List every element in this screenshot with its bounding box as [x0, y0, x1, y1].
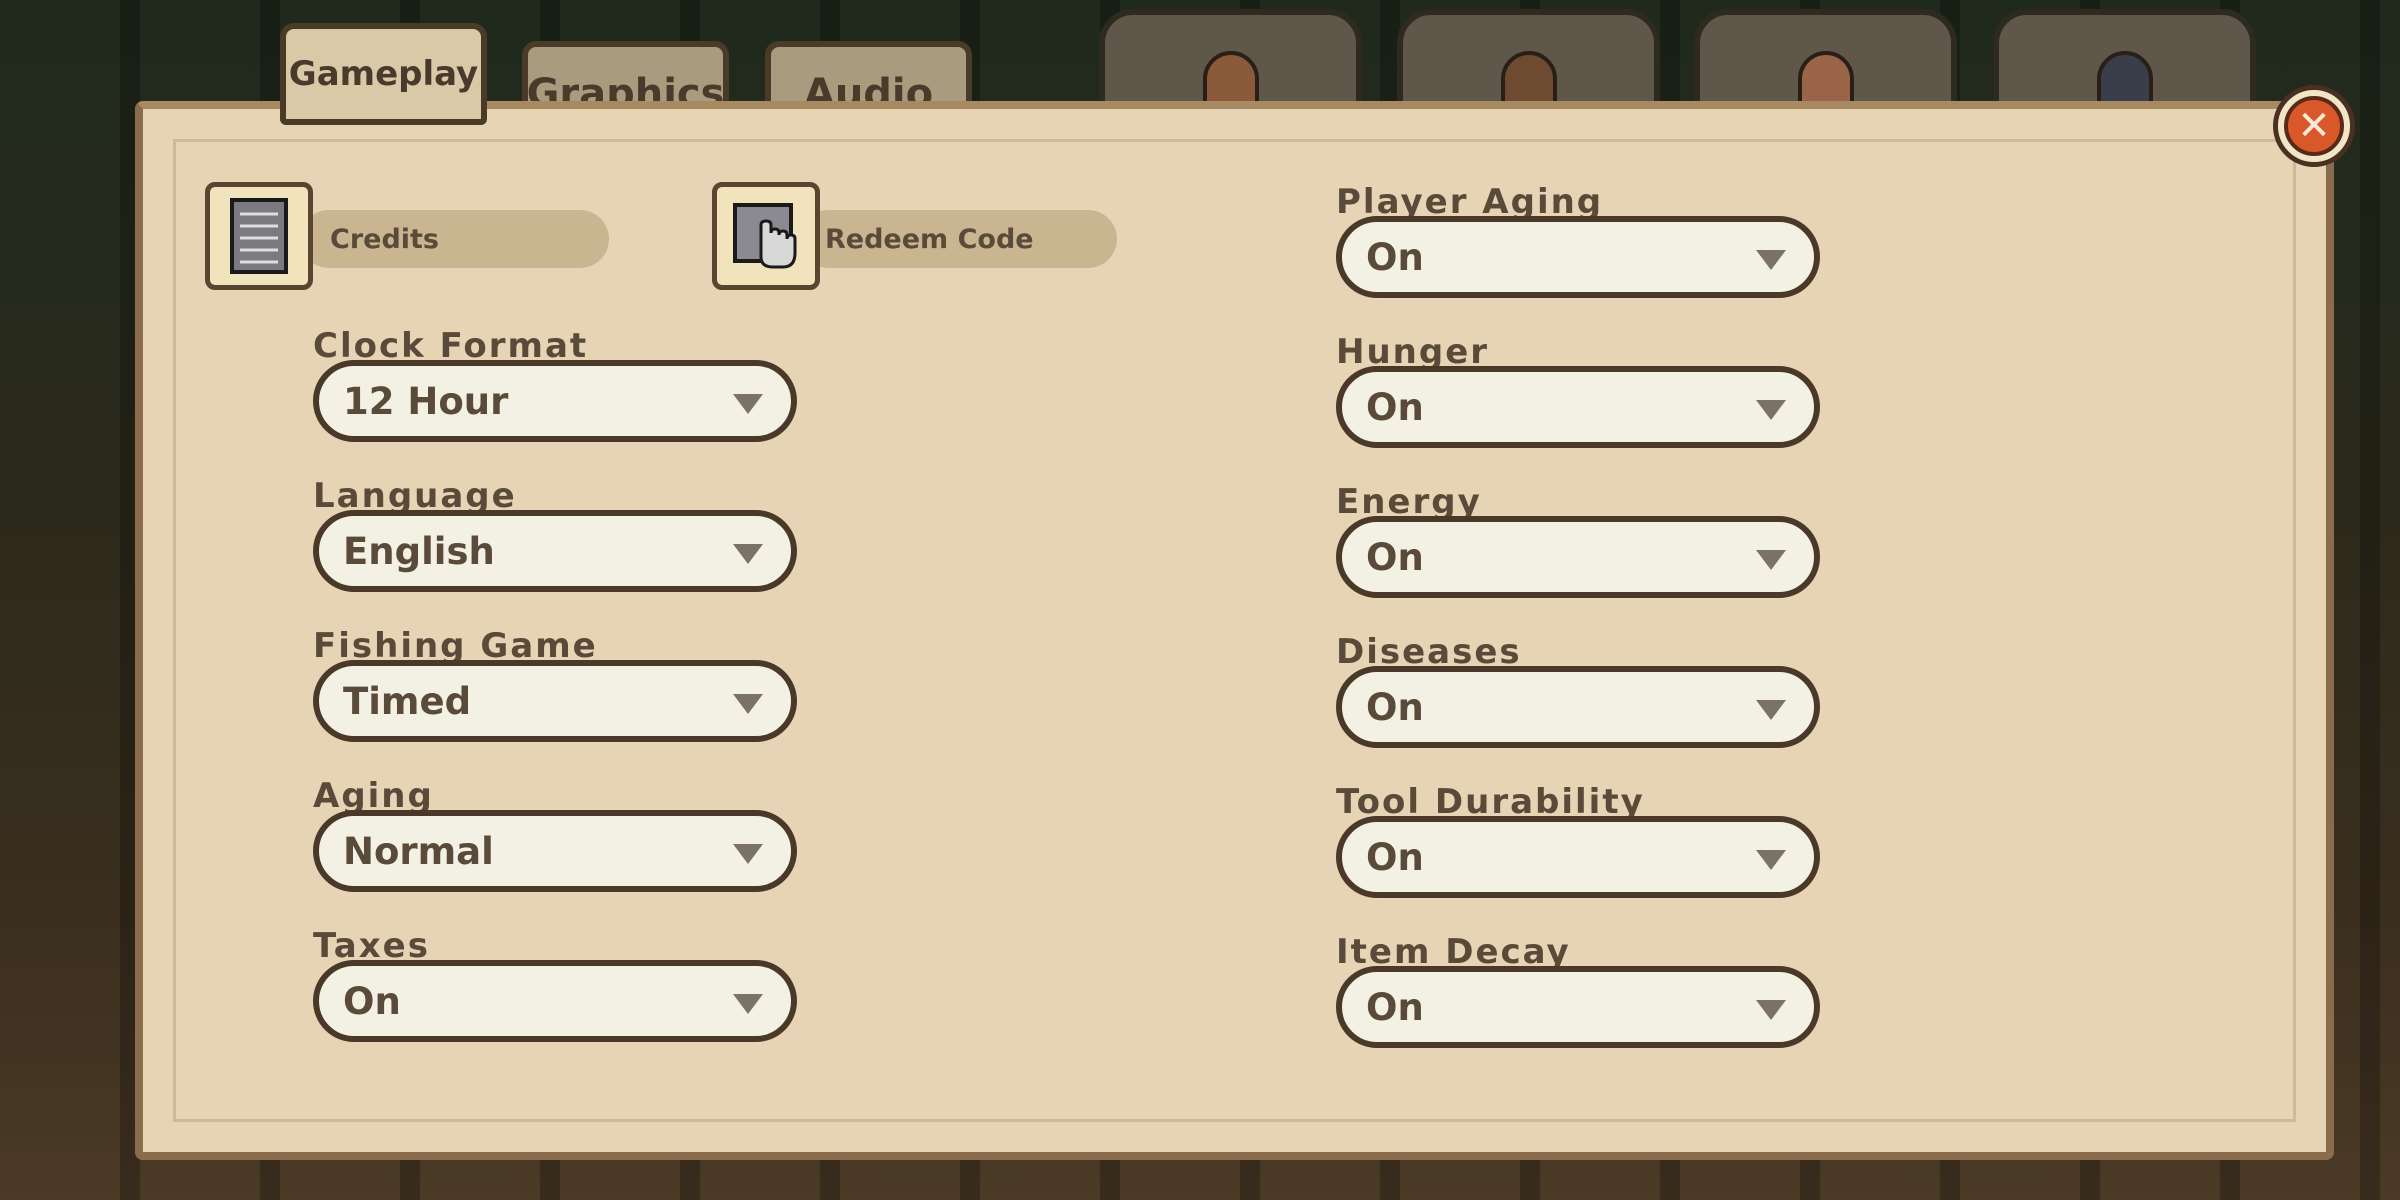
- diseases-dropdown[interactable]: On: [1336, 666, 1820, 748]
- chevron-down-icon: [733, 394, 763, 414]
- chevron-down-icon: [733, 694, 763, 714]
- clock-format-value: 12 Hour: [343, 379, 509, 423]
- chevron-down-icon: [733, 844, 763, 864]
- taxes-value: On: [343, 979, 401, 1023]
- taxes-dropdown[interactable]: On: [313, 960, 797, 1042]
- chevron-down-icon: [1756, 550, 1786, 570]
- chevron-down-icon: [733, 994, 763, 1014]
- aging-value: Normal: [343, 829, 494, 873]
- close-button[interactable]: ✕: [2273, 85, 2355, 167]
- close-icon: ✕: [2284, 96, 2344, 156]
- code-tap-icon: [733, 203, 797, 269]
- chevron-down-icon: [1756, 250, 1786, 270]
- chevron-down-icon: [733, 544, 763, 564]
- tab-gameplay[interactable]: Gameplay: [280, 23, 487, 125]
- tab-label: Gameplay: [288, 54, 479, 94]
- credits-label: Credits: [330, 223, 440, 255]
- energy-value: On: [1366, 535, 1424, 579]
- chevron-down-icon: [1756, 850, 1786, 870]
- redeem-code-label: Redeem Code: [825, 223, 1034, 255]
- redeem-icon-button[interactable]: [712, 182, 820, 290]
- tool-durability-dropdown[interactable]: On: [1336, 816, 1820, 898]
- clock-format-dropdown[interactable]: 12 Hour: [313, 360, 797, 442]
- chevron-down-icon: [1756, 400, 1786, 420]
- aging-dropdown[interactable]: Normal: [313, 810, 797, 892]
- credits-icon-button[interactable]: [205, 182, 313, 290]
- hunger-value: On: [1366, 385, 1424, 429]
- item-decay-value: On: [1366, 985, 1424, 1029]
- diseases-value: On: [1366, 685, 1424, 729]
- document-icon: [230, 198, 288, 274]
- credits-button[interactable]: Credits: [300, 210, 609, 268]
- player-aging-dropdown[interactable]: On: [1336, 216, 1820, 298]
- item-decay-dropdown[interactable]: On: [1336, 966, 1820, 1048]
- language-value: English: [343, 529, 495, 573]
- chevron-down-icon: [1756, 700, 1786, 720]
- language-dropdown[interactable]: English: [313, 510, 797, 592]
- redeem-code-button[interactable]: Redeem Code: [800, 210, 1117, 268]
- chevron-down-icon: [1756, 1000, 1786, 1020]
- tool-durability-value: On: [1366, 835, 1424, 879]
- hunger-dropdown[interactable]: On: [1336, 366, 1820, 448]
- fishing-game-value: Timed: [343, 679, 472, 723]
- fishing-game-dropdown[interactable]: Timed: [313, 660, 797, 742]
- player-aging-value: On: [1366, 235, 1424, 279]
- energy-dropdown[interactable]: On: [1336, 516, 1820, 598]
